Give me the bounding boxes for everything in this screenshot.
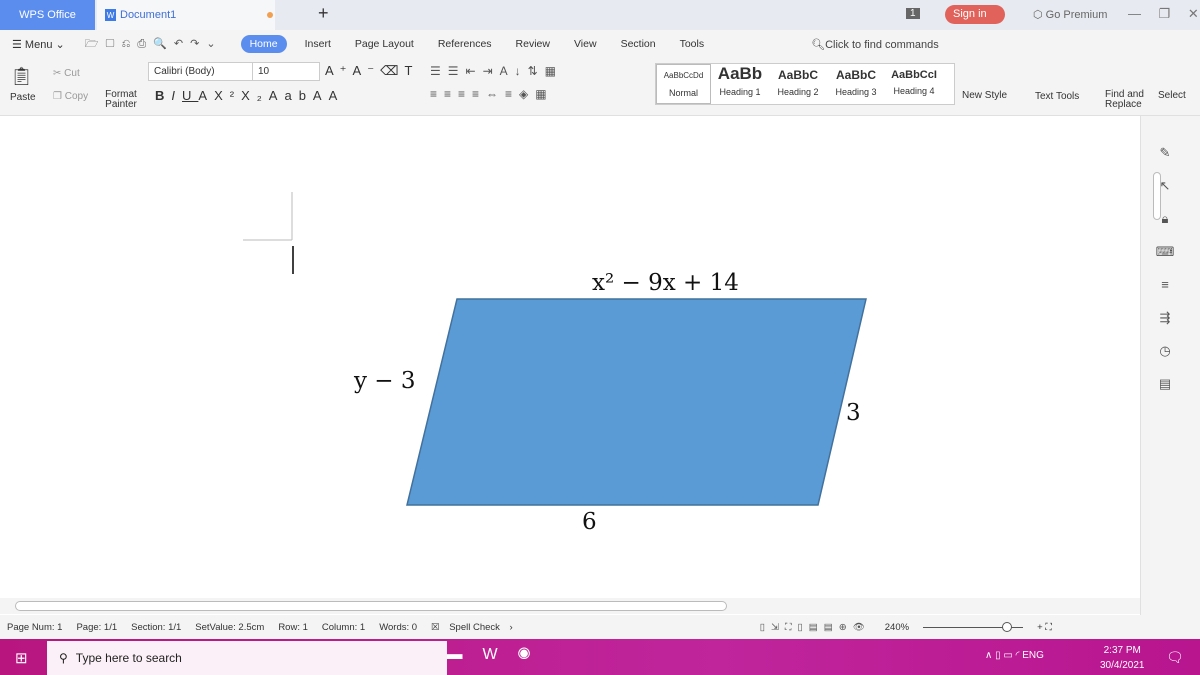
window-count-badge[interactable]: 1 (906, 8, 920, 19)
clock-date: 30/4/2021 (1100, 660, 1145, 671)
style-name: Heading 3 (835, 87, 877, 97)
unsaved-dot-icon (267, 12, 273, 18)
language-indicator[interactable]: ENG (1022, 650, 1044, 661)
window-controls[interactable]: — ❐ ✕ (1128, 6, 1199, 22)
quick-access-toolbar[interactable]: 🗁▢⎌⎙🔍↶↷⌄ (85, 35, 223, 54)
style-heading-3[interactable]: AaBbC Heading 3 (827, 64, 885, 104)
new-tab-button[interactable]: + (318, 3, 329, 24)
menu-label: Menu (24, 38, 53, 51)
status-section: Section: 1/1 (131, 621, 182, 633)
tab-tools[interactable]: Tools (680, 38, 705, 50)
style-preview: AaBbC (777, 68, 818, 82)
zoom-slider-handle[interactable] (1002, 621, 1013, 632)
cut-label: Cut (64, 68, 80, 79)
style-preview: AaBbCcI (891, 69, 937, 81)
command-search[interactable]: 🔍︎Click to find commands (811, 38, 939, 51)
document-canvas[interactable]: x² − 9x + 14 y − 3 3 6 (0, 116, 1140, 598)
format-painter-button[interactable]: Format Painter (102, 90, 140, 110)
styles-gallery[interactable]: AaBbCcDd Normal AaBb Heading 1 AaBbC Headin… (655, 63, 955, 105)
menu-button[interactable]: ☰ Menu ⌄ (12, 38, 65, 51)
clock-time: 2:37 PM (1103, 645, 1141, 656)
go-premium-button[interactable]: ⬡ Go Premium (1033, 8, 1107, 21)
tab-view[interactable]: View (574, 38, 597, 50)
clock[interactable]: 2:37 PM 30/4/2021 (1100, 643, 1145, 673)
parallelogram-shape[interactable] (406, 298, 867, 506)
new-style-button[interactable]: New Style (962, 90, 1007, 101)
right-sidebar: ✎ ↖ 🔒︎ ⌨ ≡ ⇶ ◷ ▤ (1140, 116, 1200, 616)
search-icon: ⚲ (59, 651, 68, 665)
alignment-tools[interactable]: ≡≡≡≡⇔≡◈▦ (430, 87, 554, 101)
spell-check-button[interactable]: ☒ Spell Check › (431, 622, 513, 633)
paste-icon: 📋︎ (10, 66, 33, 86)
style-preview: AaBbC (835, 68, 876, 82)
left-side-label: y − 3 (354, 368, 416, 394)
premium-label: Go Premium (1045, 9, 1108, 21)
document-tab-label: Document1 (120, 9, 177, 21)
copy-label: Copy (64, 91, 89, 102)
ribbon: 📋︎ Paste ✂ Cut ❐ Copy Format Painter Cal… (0, 58, 1200, 116)
style-heading-4[interactable]: AaBbCcI Heading 4 (885, 64, 943, 104)
status-page: Page: 1/1 (76, 621, 118, 633)
style-name: Heading 4 (893, 86, 935, 96)
font-select[interactable]: Calibri (Body) (148, 62, 253, 81)
select-button[interactable]: Select (1158, 90, 1186, 101)
horizontal-scrollbar-thumb[interactable] (15, 601, 727, 611)
status-row: Row: 1 (278, 621, 308, 633)
paragraph-tools[interactable]: ☰☰⇤⇥A↓⇅▦ (430, 64, 563, 78)
style-preview: AaBbCcDd (663, 71, 704, 80)
style-name: Heading 2 (777, 87, 819, 97)
style-heading-1[interactable]: AaBb Heading 1 (711, 64, 769, 104)
cut-button[interactable]: ✂ Cut (53, 68, 80, 79)
style-preview: AaBb (717, 64, 763, 83)
tab-references[interactable]: References (438, 38, 492, 50)
notifications-icon[interactable]: 🗨︎ (1166, 649, 1184, 666)
command-search-placeholder: Click to find commands (825, 38, 939, 51)
right-side-label: 3 (846, 400, 861, 426)
horizontal-scrollbar[interactable] (0, 598, 1140, 614)
find-replace-button[interactable]: Find and Replace (1105, 90, 1150, 110)
windows-start-icon[interactable]: ⊞ (15, 649, 28, 667)
style-normal[interactable]: AaBbCcDd Normal (656, 64, 711, 104)
tab-home[interactable]: Home (240, 35, 287, 53)
tab-page-layout[interactable]: Page Layout (355, 38, 414, 50)
document-tab[interactable]: W Document1 (97, 0, 275, 30)
status-page-num: Page Num: 1 (7, 621, 63, 633)
bottom-side-label: 6 (582, 509, 597, 535)
format-buttons[interactable]: BIUAX²X₂AabAA (155, 88, 344, 103)
wps-office-tab[interactable]: WPS Office (0, 0, 95, 30)
zoom-slider[interactable] (923, 621, 1024, 632)
zoom-in-button[interactable]: + ⛶ (1037, 622, 1052, 633)
tab-review[interactable]: Review (516, 38, 550, 50)
status-setvalue: SetValue: 2.5cm (195, 621, 265, 633)
zoom-level-select[interactable]: 240% (885, 622, 909, 633)
taskbar-search-placeholder: Type here to search (75, 651, 182, 665)
taskbar-search[interactable]: ⚲ Type here to search (47, 641, 447, 675)
sign-in-button[interactable]: Sign in (945, 5, 1005, 24)
system-tray[interactable]: ∧ ▯ ▭ ◜ ENG (985, 650, 1044, 661)
status-bar: Page Num: 1 Page: 1/1 Section: 1/1 SetVa… (0, 615, 1200, 639)
document-drawing (243, 192, 867, 506)
menu-bar: ☰ Menu ⌄ 🗁▢⎌⎙🔍↶↷⌄ Home Insert Page Layou… (0, 30, 1200, 58)
tab-insert[interactable]: Insert (305, 38, 331, 50)
top-side-label: x² − 9x + 14 (592, 270, 739, 296)
view-mode-buttons[interactable]: ▯⇲⛶▯▤▤⊕👁︎ (760, 622, 871, 633)
paste-button[interactable]: Paste (10, 92, 36, 103)
copy-button[interactable]: ❐ Copy (53, 91, 88, 102)
style-name: Normal (668, 88, 698, 98)
tab-section[interactable]: Section (621, 38, 656, 50)
text-tools-button[interactable]: Text Tools (1035, 91, 1079, 102)
style-name: Heading 1 (719, 87, 761, 97)
font-size-select[interactable]: 10 (252, 62, 320, 81)
font-tools[interactable]: A⁺A⁻⌫T (325, 63, 418, 79)
writer-icon: W (105, 9, 116, 21)
status-column: Column: 1 (321, 621, 366, 633)
style-heading-2[interactable]: AaBbC Heading 2 (769, 64, 827, 104)
premium-icon: ⬡ (1033, 9, 1046, 21)
vertical-scrollbar-thumb[interactable] (1153, 172, 1161, 220)
spell-check-label: Spell Check (449, 621, 500, 633)
status-words: Words: 0 (379, 621, 418, 633)
